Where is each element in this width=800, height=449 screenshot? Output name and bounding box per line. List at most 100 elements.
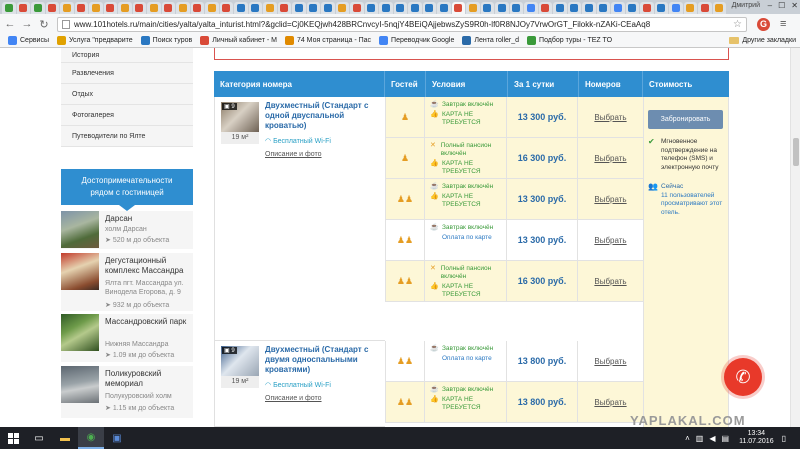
browser-tab[interactable] [640,2,654,14]
description-link[interactable]: Описание и фото [265,151,322,158]
room-photo[interactable]: ▣ 9 [221,346,259,376]
browser-tab[interactable] [596,2,610,14]
browser-tab[interactable] [234,2,248,14]
menu-icon[interactable]: ≡ [780,18,786,30]
browser-tab[interactable] [16,2,30,14]
browser-tab[interactable] [147,2,161,14]
browser-tab[interactable] [683,2,697,14]
browser-tab[interactable] [553,2,567,14]
back-arrow-icon[interactable]: ← [3,18,17,30]
browser-tab[interactable] [248,2,262,14]
browser-tab[interactable] [60,2,74,14]
browser-tab[interactable] [538,2,552,14]
browser-tab[interactable] [219,2,233,14]
browser-tab[interactable] [292,2,306,14]
landmark-item[interactable]: Поликуровский мемориал Полукуровский хол… [61,366,193,418]
browser-tab[interactable] [495,2,509,14]
browser-tab[interactable] [205,2,219,14]
file-explorer-icon[interactable]: ▬ [52,427,78,449]
keyboard-icon[interactable]: ▤ [722,434,730,443]
forward-arrow-icon[interactable]: → [20,18,34,30]
scrollbar-thumb[interactable] [793,138,799,166]
browser-tab[interactable] [74,2,88,14]
volume-icon[interactable]: ◀ [709,434,715,443]
reload-icon[interactable]: ↻ [37,18,51,31]
bookmark-item[interactable]: Личный кабинет - М [200,36,277,45]
browser-tab[interactable] [712,2,726,14]
browser-tab[interactable] [480,2,494,14]
browser-tab[interactable] [524,2,538,14]
bookmark-item[interactable]: 74 Моя страница - Пас [284,36,371,45]
landmark-name[interactable]: Дегустационный комплекс Массандра [105,256,193,276]
clock[interactable]: 13:34 11.07.2016 [739,430,774,446]
landmark-item[interactable]: Массандровский парк Нижняя Массандра ➤ 1… [61,314,193,362]
browser-tab[interactable] [654,2,668,14]
other-bookmarks[interactable]: Другие закладки [729,37,796,44]
book-button[interactable]: Забронировать [648,110,723,129]
room-title[interactable]: Двухместный (Стандарт с двумя односпальн… [265,345,383,375]
browser-tab[interactable] [625,2,639,14]
page-scrollbar[interactable] [790,48,800,427]
browser-tab[interactable] [132,2,146,14]
select-rooms-dropdown[interactable]: Выбрать [578,179,643,219]
browser-tab[interactable] [89,2,103,14]
chrome-icon[interactable]: ◉ [78,427,104,449]
browser-tab[interactable] [611,2,625,14]
sidebar-item-history[interactable]: История [61,48,193,63]
bookmark-item[interactable]: Лента roller_d [462,36,519,45]
browser-tab[interactable] [422,2,436,14]
browser-tab[interactable] [263,2,277,14]
select-rooms-dropdown[interactable]: Выбрать [578,220,643,260]
close-icon[interactable]: ✕ [791,1,798,10]
browser-tab[interactable] [567,2,581,14]
bookmark-item[interactable]: Подбор туры - TEZ TO [527,36,612,45]
tray-arrow-icon[interactable]: ˄ [685,434,690,443]
sidebar-item-entertainment[interactable]: Развлечения [61,63,193,84]
browser-tab[interactable] [45,2,59,14]
bookmark-star-icon[interactable]: ☆ [733,19,742,30]
sidebar-item-gallery[interactable]: Фотогалерея [61,105,193,126]
landmark-item[interactable]: Дегустационный комплекс Массандра Ялта п… [61,253,193,311]
url-field[interactable]: www.101hotels.ru/main/cities/yalta/yalta… [57,16,747,32]
browser-tab[interactable] [190,2,204,14]
bookmark-item[interactable]: Переводчик Google [379,36,454,45]
browser-tab[interactable] [277,2,291,14]
bookmark-item[interactable]: Услуга "предварите [57,36,133,45]
network-icon[interactable]: ▥ [696,434,704,443]
browser-tab[interactable] [31,2,45,14]
browser-tab[interactable] [2,2,16,14]
maximize-icon[interactable]: ☐ [778,1,785,10]
select-rooms-dropdown[interactable]: Выбрать [578,138,643,178]
browser-tab[interactable] [698,2,712,14]
callback-phone-button[interactable]: ✆ [724,358,762,396]
app-icon[interactable]: ▣ [104,427,130,449]
browser-tab[interactable] [350,2,364,14]
select-rooms-dropdown[interactable]: Выбрать [578,261,643,301]
browser-tab[interactable] [669,2,683,14]
browser-tab[interactable] [451,2,465,14]
landmark-name[interactable]: Поликуровский мемориал [105,369,193,389]
description-link[interactable]: Описание и фото [265,395,322,402]
browser-tab[interactable] [103,2,117,14]
start-button[interactable] [0,427,26,449]
browser-tab[interactable] [466,2,480,14]
sidebar-item-rest[interactable]: Отдых [61,84,193,105]
sidebar-item-guides[interactable]: Путеводители по Ялте [61,126,193,147]
room-photo[interactable]: ▣ 9 [221,102,259,132]
bookmark-item[interactable]: Поиск туров [140,36,192,45]
landmark-item[interactable]: Дарсан холм Дарсан ➤ 520 м до объекта [61,211,193,249]
browser-tab[interactable] [335,2,349,14]
browser-tab[interactable] [437,2,451,14]
browser-tab[interactable] [161,2,175,14]
browser-tab[interactable] [321,2,335,14]
browser-tab[interactable] [408,2,422,14]
browser-tab[interactable] [118,2,132,14]
browser-tab[interactable] [364,2,378,14]
browser-tab[interactable] [393,2,407,14]
browser-tab[interactable] [509,2,523,14]
minimize-icon[interactable]: – [768,1,772,10]
bookmark-item[interactable]: Сервисы [8,36,49,45]
browser-tab[interactable] [306,2,320,14]
browser-tab[interactable] [176,2,190,14]
landmark-name[interactable]: Массандровский парк [105,317,186,327]
